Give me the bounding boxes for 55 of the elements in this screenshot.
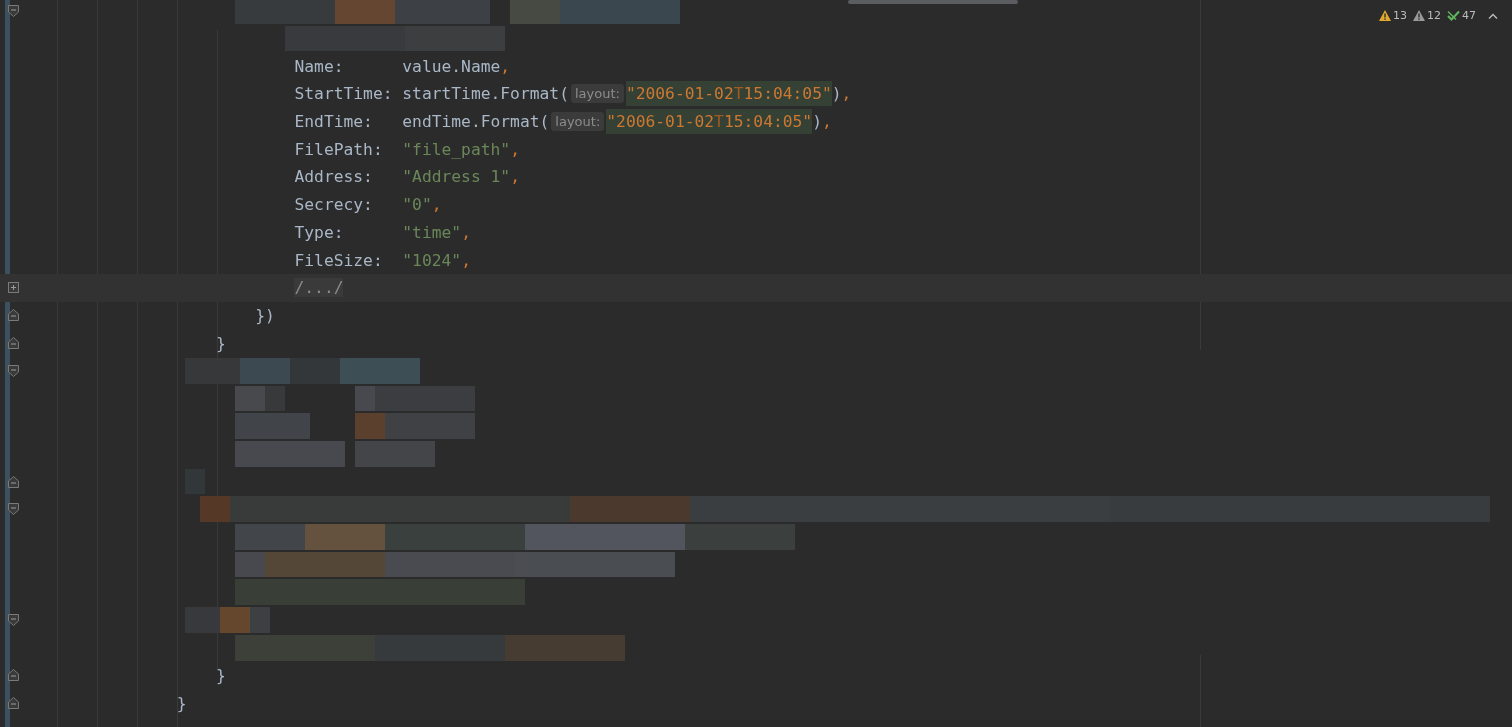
expand-fold-icon[interactable] — [7, 282, 19, 294]
warning-icon[interactable] — [1413, 10, 1425, 21]
fold-marker-icon[interactable] — [7, 4, 19, 17]
code-text: ) — [812, 112, 822, 132]
date-literal: 15:04:05" — [743, 81, 832, 107]
code-text: Address: — [294, 167, 374, 187]
fold-marker-icon[interactable] — [7, 613, 19, 626]
fold-marker-icon[interactable] — [7, 364, 19, 377]
date-literal: T — [733, 81, 744, 107]
string-literal: "file_path" — [402, 139, 511, 159]
date-literal: 15:04:05" — [723, 109, 813, 135]
code-text: } — [176, 693, 187, 713]
date-literal: T — [714, 109, 724, 135]
fold-marker-icon[interactable] — [7, 309, 19, 322]
code-punctuation: , — [461, 250, 471, 270]
fold-marker-icon[interactable] — [7, 475, 19, 488]
code-punctuation: , — [461, 222, 471, 242]
code-text: } — [216, 665, 226, 685]
code-text: }) — [255, 305, 275, 325]
pixelated-block — [185, 607, 220, 633]
code-punctuation: , — [510, 167, 520, 187]
code-text: StartTime: startTime.Format( — [294, 84, 569, 104]
inspection-count: 13 — [1393, 9, 1407, 22]
code-punctuation: , — [510, 139, 520, 159]
code-text: } — [216, 333, 226, 353]
string-literal: "0" — [402, 195, 432, 215]
date-literal: "2006-01-02 — [625, 81, 734, 107]
code-text: ) — [831, 84, 842, 104]
parameter-hint: layout: — [551, 112, 605, 132]
inspection-count: 47 — [1462, 9, 1476, 22]
code-punctuation: , — [841, 84, 852, 104]
code-text: Secrecy: — [294, 195, 374, 215]
code-punctuation: , — [431, 195, 442, 215]
fold-marker-icon[interactable] — [7, 669, 19, 682]
caret-icon[interactable] — [1488, 12, 1498, 19]
code-text: EndTime: endTime.Format( — [294, 112, 550, 132]
code-punctuation: , — [821, 112, 832, 132]
code-text: FilePath: — [294, 139, 384, 159]
code-text: FileSize: — [294, 250, 384, 270]
parameter-hint: layout: — [570, 84, 624, 104]
code-text: Type: — [294, 222, 345, 242]
inspection-count: 12 — [1427, 9, 1441, 22]
folded-code: /.../ — [294, 278, 344, 298]
fold-marker-icon[interactable] — [7, 503, 19, 516]
code-text: Name: value.Name — [294, 56, 501, 76]
string-literal: "time" — [402, 222, 462, 242]
fold-marker-icon[interactable] — [7, 697, 19, 710]
string-literal: "1024" — [402, 250, 462, 270]
code-punctuation: , — [500, 56, 511, 76]
warning-icon[interactable] — [1379, 10, 1391, 21]
fold-marker-icon[interactable] — [7, 337, 19, 350]
string-literal: "Address 1" — [402, 167, 511, 187]
scrollbar-thumb[interactable] — [848, 0, 1018, 4]
checkmark-icon[interactable] — [1447, 10, 1460, 21]
date-literal: "2006-01-02 — [606, 109, 715, 135]
